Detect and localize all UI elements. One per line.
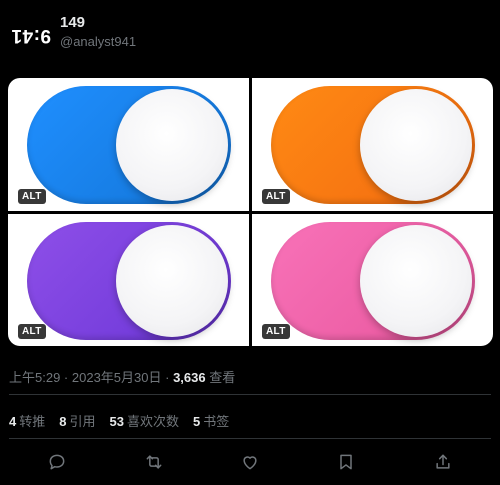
share-icon (436, 454, 450, 469)
divider (9, 438, 491, 439)
views-count: 3,636 (173, 370, 206, 385)
meta-separator: · (161, 370, 174, 385)
views-label: 查看 (205, 370, 236, 385)
stat-count: 53 (109, 414, 124, 429)
stat-quotes[interactable]: 8 引用 (59, 411, 95, 430)
stat-retweets[interactable]: 4 转推 (9, 411, 45, 430)
meta-separator: · (60, 370, 72, 385)
display-name[interactable]: 149 (60, 14, 85, 31)
stat-label: 引用 (69, 414, 96, 429)
toggle-knob (116, 225, 228, 337)
alt-badge[interactable]: ALT (262, 189, 290, 204)
share-button[interactable] (428, 447, 458, 477)
stat-count: 4 (9, 414, 17, 429)
avatar-text: 9:41 (10, 25, 52, 46)
alt-badge[interactable]: ALT (18, 324, 46, 339)
media-image-orange-toggle[interactable]: ALT (252, 78, 493, 211)
toggle-knob (360, 89, 472, 201)
avatar[interactable]: 9:41 (10, 14, 52, 56)
stat-bookmarks[interactable]: 5 书签 (193, 411, 229, 430)
action-bar (9, 447, 491, 477)
stat-count: 8 (59, 414, 67, 429)
reply-icon (49, 454, 65, 470)
engagement-stats: 4 转推 8 引用 53 喜欢次数 5 书签 (9, 411, 243, 430)
bookmark-button[interactable] (331, 447, 361, 477)
retweet-button[interactable] (139, 447, 169, 477)
tweet-time[interactable]: 上午5:29 (9, 370, 60, 385)
toggle-track (27, 222, 231, 340)
toggle-track (271, 222, 475, 340)
alt-badge[interactable]: ALT (18, 189, 46, 204)
like-button[interactable] (235, 447, 265, 477)
stat-likes[interactable]: 53 喜欢次数 (110, 411, 179, 430)
toggle-knob (360, 225, 472, 337)
divider (9, 394, 491, 395)
reply-button[interactable] (42, 447, 72, 477)
user-handle[interactable]: @analyst941 (60, 34, 136, 49)
media-image-blue-toggle[interactable]: ALT (8, 78, 249, 211)
retweet-icon (146, 455, 161, 469)
bookmark-icon (340, 454, 353, 470)
stat-count: 5 (192, 414, 201, 429)
stat-label: 喜欢次数 (126, 414, 179, 429)
toggle-track (27, 86, 231, 204)
media-image-purple-toggle[interactable]: ALT (8, 214, 249, 346)
media-grid: ALT ALT ALT ALT (8, 78, 493, 346)
alt-badge[interactable]: ALT (262, 324, 290, 339)
tweet-date[interactable]: 2023年5月30日 (72, 370, 162, 385)
toggle-track (271, 86, 475, 204)
media-image-pink-toggle[interactable]: ALT (252, 214, 493, 346)
stat-label: 转推 (19, 414, 46, 429)
stat-label: 书签 (203, 414, 230, 429)
tweet-header: 9:41 149 @analyst941 (0, 0, 500, 74)
like-icon (243, 456, 257, 470)
toggle-knob (116, 89, 228, 201)
tweet-meta: 上午5:29 · 2023年5月30日 · 3,636 查看 (9, 367, 235, 386)
